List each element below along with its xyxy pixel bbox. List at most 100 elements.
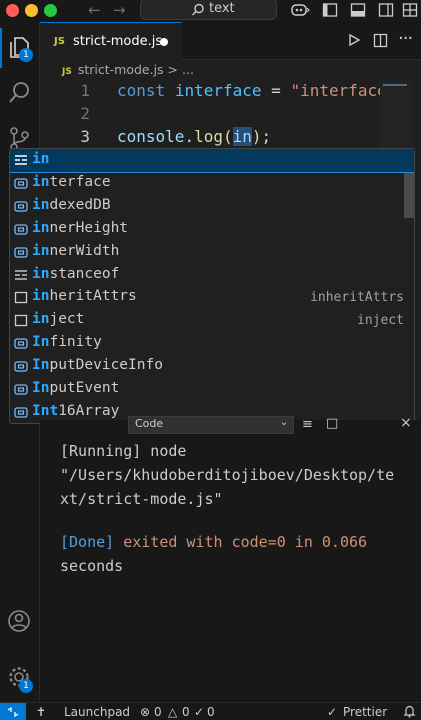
variable-icon: [14, 201, 28, 212]
prettier-status[interactable]: Prettier: [343, 705, 387, 719]
lock-scroll-icon[interactable]: □: [326, 416, 338, 431]
suggest-item[interactable]: InputEvent: [10, 378, 414, 401]
toggle-secondary-sidebar-icon[interactable]: [378, 2, 394, 18]
prettier-icon[interactable]: ✓: [327, 705, 337, 719]
copilot-icon[interactable]: [290, 2, 310, 18]
suggest-item[interactable]: innerHeight: [10, 218, 414, 241]
search-text: text: [209, 1, 235, 16]
suggest-item[interactable]: innerWidth: [10, 241, 414, 264]
text-icon: [14, 315, 28, 327]
code-line-1[interactable]: const interface = "interface": [117, 81, 396, 100]
remote-indicator[interactable]: [0, 703, 26, 720]
suggest-item[interactable]: indexedDB: [10, 195, 414, 218]
suggest-match: Int: [32, 402, 59, 419]
run-icon[interactable]: [347, 33, 361, 47]
suggest-label: indexedDB: [32, 197, 111, 213]
toggle-panel-icon[interactable]: [350, 2, 366, 18]
search-icon: [192, 3, 204, 16]
tab-label: strict-mode.js: [73, 34, 163, 49]
layout-icon[interactable]: [402, 2, 418, 18]
typed-argument: in: [232, 127, 252, 146]
dropdown-value: Code: [135, 417, 164, 430]
output-exit-continued: seconds: [60, 557, 124, 575]
minimap[interactable]: [380, 80, 413, 150]
output-channel-dropdown[interactable]: Code ⌄: [128, 416, 294, 434]
suggest-match: In: [32, 380, 50, 396]
breadcrumb-file[interactable]: strict-mode.js: [78, 62, 164, 77]
code-line-3[interactable]: console.log(in);: [117, 127, 271, 146]
keyword-icon: [15, 155, 27, 165]
suggest-match: in: [32, 265, 50, 282]
suggest-item[interactable]: inject inject: [10, 309, 414, 332]
suggest-rest: terface: [49, 173, 111, 190]
unsaved-dot-icon[interactable]: [160, 38, 168, 46]
suggest-item[interactable]: Infinity: [10, 332, 414, 355]
assignment-operator: =: [271, 81, 281, 100]
breadcrumb-trail[interactable]: > ...: [168, 62, 194, 77]
suggest-label: innerWidth: [32, 243, 119, 259]
suggest-match: in: [32, 173, 50, 190]
notifications-bell-icon[interactable]: [403, 705, 416, 718]
ports-count[interactable]: 0: [207, 705, 215, 719]
suggest-match: in: [32, 311, 50, 328]
suggest-rest: nerWidth: [49, 242, 120, 259]
suggest-label: InputEvent: [32, 380, 119, 396]
suggest-item[interactable]: instanceof: [10, 264, 414, 287]
suggest-item[interactable]: inheritAttrs inheritAttrs: [10, 286, 414, 309]
error-icon[interactable]: ⊗: [140, 705, 150, 719]
line-number: 2: [80, 104, 90, 123]
output-path-2: xt/strict-mode.js": [60, 490, 223, 508]
zoom-window-button[interactable]: [44, 4, 57, 17]
suggest-match: in: [32, 288, 50, 305]
suggest-label: interface: [32, 174, 111, 190]
tab-strict-mode[interactable]: JS strict-mode.js: [40, 22, 182, 60]
warning-icon[interactable]: △: [168, 705, 177, 719]
exit-message: exited with code=0 in 0.066: [114, 533, 368, 551]
command-center-search[interactable]: text: [140, 0, 277, 20]
search-icon[interactable]: [6, 80, 32, 106]
more-actions-icon[interactable]: ···: [398, 28, 413, 49]
output-path-1: "/Users/khudoberditojiboev/Desktop/te: [60, 466, 395, 484]
settings-badge: 1: [19, 679, 33, 693]
suggest-rest: 16Array: [58, 402, 120, 419]
suggest-item[interactable]: interface: [10, 172, 414, 195]
close-panel-icon[interactable]: ×: [400, 415, 412, 431]
suggest-rest: nerHeight: [49, 219, 129, 236]
clear-output-icon[interactable]: ≡: [302, 417, 313, 432]
back-arrow-icon[interactable]: ←: [88, 1, 101, 19]
forward-arrow-icon[interactable]: →: [113, 1, 126, 19]
suggest-label: Int16Array: [32, 403, 119, 419]
suggest-scrollbar[interactable]: [404, 173, 414, 218]
variable-icon: [14, 178, 28, 189]
suggest-rest: putDeviceInfo: [49, 357, 163, 374]
breadcrumb-js-icon: JS: [62, 67, 72, 77]
launchpad-item[interactable]: Launchpad: [64, 705, 130, 719]
suggest-item[interactable]: InputDeviceInfo: [10, 355, 414, 378]
js-file-icon: JS: [54, 36, 65, 47]
launchpad-icon[interactable]: ✝: [36, 705, 46, 719]
toggle-sidebar-icon[interactable]: [322, 2, 338, 18]
suggest-match: In: [32, 357, 50, 374]
close-window-button[interactable]: [6, 4, 19, 17]
status-bar: ✝ Launchpad ⊗ 0 △ 0 ✓ 0 ✓ Prettier: [0, 702, 421, 720]
suggest-widget: in interface indexedDB innerHeight innerWidt…: [9, 148, 415, 424]
split-editor-icon[interactable]: [373, 33, 388, 48]
account-icon[interactable]: [6, 608, 32, 634]
console-identifier: console: [117, 127, 185, 146]
variable-icon: [14, 407, 28, 418]
explorer-badge: 1: [19, 48, 33, 62]
variable-icon: [14, 246, 28, 258]
suggest-item[interactable]: in: [10, 149, 414, 173]
keyword-const: const: [117, 81, 166, 100]
title-bar: ← → text: [0, 0, 421, 22]
ports-icon[interactable]: ✓: [194, 705, 204, 719]
variable-name: interface: [174, 81, 262, 100]
error-count[interactable]: 0: [154, 705, 162, 719]
minimize-window-button[interactable]: [25, 4, 38, 17]
chevron-down-icon: ⌄: [279, 417, 288, 428]
suggest-label: innerHeight: [32, 220, 128, 236]
close-paren: );: [251, 127, 272, 146]
done-tag: [Done]: [60, 533, 115, 551]
suggest-match: in: [32, 242, 50, 259]
warning-count[interactable]: 0: [182, 705, 190, 719]
